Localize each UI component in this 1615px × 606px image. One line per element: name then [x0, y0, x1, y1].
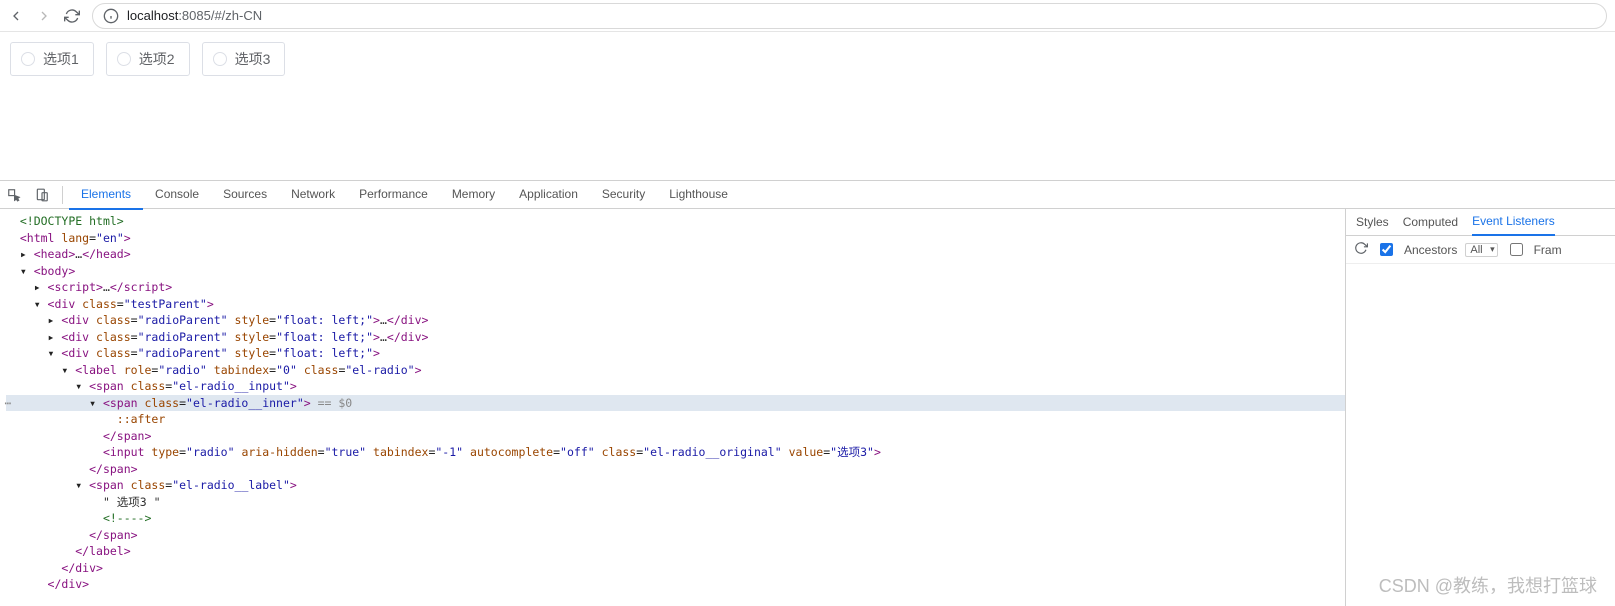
back-icon[interactable]: [8, 8, 24, 24]
reload-icon[interactable]: [64, 8, 80, 24]
inspect-icon[interactable]: [0, 181, 28, 209]
framework-label: Fram: [1534, 243, 1562, 257]
dom-line[interactable]: ▸ <div class="radioParent" style="float:…: [6, 312, 1345, 329]
tab-memory[interactable]: Memory: [440, 181, 507, 208]
side-tabs: Styles Computed Event Listeners: [1346, 209, 1615, 236]
dom-line[interactable]: ▸ <head>…</head>: [6, 246, 1345, 263]
side-tab-event-listeners[interactable]: Event Listeners: [1472, 208, 1555, 236]
side-tab-computed[interactable]: Computed: [1403, 215, 1458, 229]
dom-line[interactable]: <!---->: [6, 510, 1345, 527]
tab-security[interactable]: Security: [590, 181, 657, 208]
refresh-icon[interactable]: [1354, 241, 1368, 258]
radio-circle-icon: [21, 52, 35, 66]
tab-elements[interactable]: Elements: [69, 181, 143, 210]
side-tab-styles[interactable]: Styles: [1356, 215, 1389, 229]
framework-checkbox[interactable]: [1510, 243, 1523, 256]
radio-option-3[interactable]: 选项3: [202, 42, 286, 76]
dom-line[interactable]: </label>: [6, 543, 1345, 560]
dom-line[interactable]: ▾ <span class="el-radio__input">: [6, 378, 1345, 395]
radio-circle-icon: [213, 52, 227, 66]
url-text: localhost:8085/#/zh-CN: [127, 8, 262, 23]
tab-lighthouse[interactable]: Lighthouse: [657, 181, 740, 208]
browser-toolbar: localhost:8085/#/zh-CN: [0, 0, 1615, 32]
tab-sources[interactable]: Sources: [211, 181, 279, 208]
dom-line[interactable]: <input type="radio" aria-hidden="true" t…: [6, 444, 1345, 461]
tab-application[interactable]: Application: [507, 181, 590, 208]
devtools-tabs: Elements Console Sources Network Perform…: [0, 181, 1615, 209]
dom-line[interactable]: " 选项3 ": [6, 494, 1345, 511]
dom-line[interactable]: </span>: [6, 461, 1345, 478]
dom-line[interactable]: ▸ <div class="radioParent" style="float:…: [6, 329, 1345, 346]
dom-line[interactable]: <html lang="en">: [6, 230, 1345, 247]
dom-line[interactable]: ▾ <span class="el-radio__label">: [6, 477, 1345, 494]
forward-icon[interactable]: [36, 8, 52, 24]
page-content: 选项1 选项2 选项3: [0, 32, 1615, 86]
radio-circle-icon: [117, 52, 131, 66]
dom-line[interactable]: </span>: [6, 527, 1345, 544]
dom-line[interactable]: </div>: [6, 560, 1345, 577]
dom-line[interactable]: </div>: [6, 576, 1345, 593]
dom-line-selected[interactable]: ⋯ ▾ <span class="el-radio__inner"> == $0: [6, 395, 1345, 412]
devtools-body: <!DOCTYPE html> <html lang="en"> ▸ <head…: [0, 209, 1615, 606]
ancestors-label: Ancestors: [1404, 243, 1457, 257]
tab-network[interactable]: Network: [279, 181, 347, 208]
dom-line[interactable]: ::after: [6, 411, 1345, 428]
dom-line[interactable]: ▾ <div class="radioParent" style="float:…: [6, 345, 1345, 362]
radio-label: 选项3: [235, 49, 271, 69]
info-icon: [103, 8, 119, 24]
tab-performance[interactable]: Performance: [347, 181, 440, 208]
radio-option-1[interactable]: 选项1: [10, 42, 94, 76]
styles-panel: Styles Computed Event Listeners Ancestor…: [1345, 209, 1615, 606]
dom-line[interactable]: ▾ <body>: [6, 263, 1345, 280]
radio-label: 选项1: [43, 49, 79, 69]
devtools-panel: Elements Console Sources Network Perform…: [0, 180, 1615, 606]
dom-tree[interactable]: <!DOCTYPE html> <html lang="en"> ▸ <head…: [0, 209, 1345, 606]
event-listeners-toolbar: Ancestors All Fram: [1346, 236, 1615, 264]
address-bar[interactable]: localhost:8085/#/zh-CN: [92, 3, 1607, 29]
listener-filter-dropdown[interactable]: All: [1465, 243, 1497, 257]
dom-line[interactable]: ▾ <label role="radio" tabindex="0" class…: [6, 362, 1345, 379]
tab-console[interactable]: Console: [143, 181, 211, 208]
radio-option-2[interactable]: 选项2: [106, 42, 190, 76]
dom-line[interactable]: <!DOCTYPE html>: [6, 213, 1345, 230]
separator: [62, 186, 63, 204]
device-toggle-icon[interactable]: [28, 181, 56, 209]
ancestors-checkbox[interactable]: [1380, 243, 1393, 256]
dom-line[interactable]: </span>: [6, 428, 1345, 445]
dom-line[interactable]: ▾ <div class="testParent">: [6, 296, 1345, 313]
radio-label: 选项2: [139, 49, 175, 69]
dom-line[interactable]: ▸ <script>…</script>: [6, 279, 1345, 296]
